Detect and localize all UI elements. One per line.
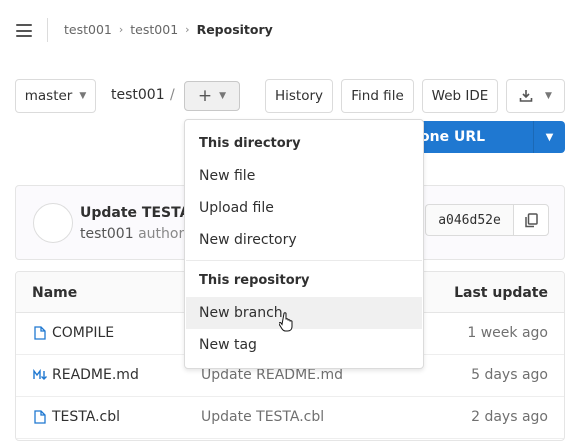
chevron-down-icon: ▼: [79, 91, 87, 101]
file-name[interactable]: TESTA.cbl: [52, 409, 120, 425]
breadcrumb-item-group[interactable]: test001: [64, 22, 112, 37]
commit-sha[interactable]: a046d52e: [425, 204, 513, 236]
avatar[interactable]: [33, 203, 73, 243]
menu-item-new-file[interactable]: New file: [186, 160, 422, 192]
hamburger-menu-icon[interactable]: [16, 24, 32, 37]
last-update: 2 days ago: [471, 409, 548, 425]
breadcrumb-current: Repository: [196, 22, 273, 37]
divider: [47, 18, 48, 42]
chevron-down-icon: ▼: [219, 91, 227, 101]
markdown-icon: [33, 368, 47, 380]
table-row[interactable]: TESTA.cbl Update TESTA.cbl 2 days ago: [16, 397, 564, 439]
chevron-right-icon: ›: [118, 23, 124, 36]
chevron-down-icon: ▼: [545, 91, 552, 101]
plus-icon: +: [197, 85, 213, 106]
download-button[interactable]: ▼: [506, 79, 565, 113]
column-name: Name: [32, 285, 78, 301]
copy-sha-button[interactable]: [513, 204, 549, 236]
path-root[interactable]: test001: [111, 87, 165, 103]
path-separator: /: [170, 87, 175, 103]
dropdown-header-directory: This directory: [199, 136, 301, 151]
last-update: 1 week ago: [467, 325, 548, 341]
commit-message[interactable]: Update TESTA.cbl: [201, 409, 324, 425]
add-to-tree-dropdown: This directory New file Upload file New …: [184, 119, 424, 369]
branch-select[interactable]: master ▼: [15, 79, 96, 113]
breadcrumb-item-project[interactable]: test001: [130, 22, 178, 37]
dropdown-header-repository: This repository: [199, 273, 310, 288]
breadcrumb: test001 › test001 › Repository: [64, 22, 273, 37]
add-to-tree-button[interactable]: + ▼: [184, 81, 240, 111]
last-update: 5 days ago: [471, 367, 548, 383]
menu-item-new-tag[interactable]: New tag: [186, 329, 422, 361]
history-button[interactable]: History: [265, 79, 333, 113]
chevron-right-icon: ›: [185, 23, 190, 36]
commit-message[interactable]: Update README.md: [201, 367, 343, 383]
menu-item-new-directory[interactable]: New directory: [186, 224, 422, 256]
dropdown-divider: [186, 260, 422, 261]
top-bar: test001 › test001 › Repository: [0, 0, 565, 60]
file-icon: [34, 410, 46, 424]
menu-item-new-branch[interactable]: New branch: [186, 297, 422, 329]
column-last-update: Last update: [454, 285, 548, 301]
web-ide-button[interactable]: Web IDE: [422, 79, 498, 113]
menu-item-upload-file[interactable]: Upload file: [186, 192, 422, 224]
hand-pointer-cursor-icon: [279, 312, 293, 332]
find-file-button[interactable]: Find file: [341, 79, 414, 113]
file-icon: [34, 326, 46, 340]
commit-author[interactable]: test001: [80, 226, 134, 242]
copy-icon: [524, 212, 538, 227]
download-icon: [519, 90, 533, 102]
chevron-down-icon[interactable]: ▼: [533, 121, 565, 153]
branch-label: master: [24, 88, 73, 104]
file-name[interactable]: README.md: [52, 367, 139, 383]
file-name[interactable]: COMPILE: [52, 325, 114, 341]
